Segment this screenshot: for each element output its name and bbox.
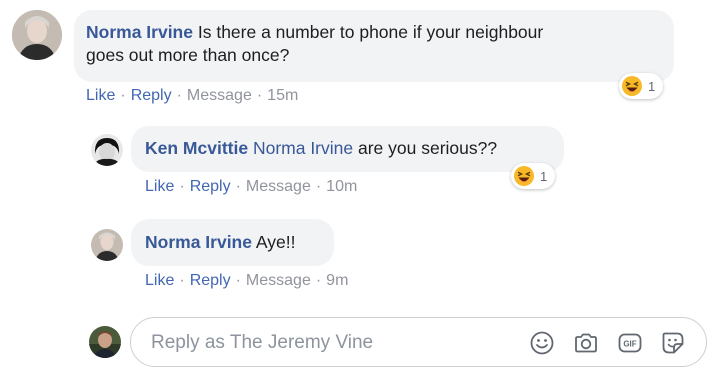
like-link[interactable]: Like	[145, 178, 174, 195]
comment-bubble: Norma Irvine Aye!!	[131, 219, 334, 266]
current-user-avatar	[89, 326, 121, 358]
gif-icon[interactable]: GIF	[617, 330, 643, 356]
reaction-count: 1	[648, 78, 656, 94]
message-link[interactable]: Message	[246, 272, 311, 289]
mention-tag[interactable]: Norma Irvine	[253, 138, 353, 158]
camera-icon[interactable]	[573, 330, 599, 356]
avatar-ken-mcvittie[interactable]	[91, 134, 123, 166]
like-link[interactable]: Like	[86, 87, 115, 104]
comment-actions: Like · Reply · Message · 15m	[86, 87, 299, 104]
smiley-icon[interactable]	[529, 330, 555, 356]
comment-text: Is there a number to phone if your neigh…	[197, 22, 544, 42]
laughing-emoji-icon	[514, 166, 534, 186]
comment-bubble: Norma Irvine Is there a number to phone …	[74, 10, 674, 82]
reply-link[interactable]: Reply	[131, 87, 172, 104]
comment-author[interactable]: Ken Mcvittie	[145, 138, 248, 158]
timestamp[interactable]: 9m	[326, 272, 348, 289]
reaction-badge[interactable]: 1	[511, 163, 556, 189]
timestamp[interactable]: 10m	[326, 178, 357, 195]
reply-link[interactable]: Reply	[190, 272, 231, 289]
comment-actions: Like · Reply · Message · 10m	[145, 178, 358, 195]
comment-author[interactable]: Norma Irvine	[145, 232, 252, 252]
comment-text: are you serious??	[358, 138, 498, 158]
svg-text:GIF: GIF	[623, 340, 636, 349]
comment-bubble: Ken Mcvittie Norma Irvine are you seriou…	[131, 126, 564, 172]
reply-input[interactable]	[149, 329, 513, 357]
avatar-norma-irvine[interactable]	[91, 229, 123, 261]
sticker-icon[interactable]	[660, 330, 686, 356]
message-link[interactable]: Message	[246, 178, 311, 195]
comment-text: goes out more than once?	[86, 45, 290, 65]
comment-author[interactable]: Norma Irvine	[86, 22, 193, 42]
reply-composer: GIF	[130, 317, 707, 367]
comment-actions: Like · Reply · Message · 9m	[145, 272, 349, 289]
laughing-emoji-icon	[622, 76, 642, 96]
reaction-count: 1	[540, 168, 548, 184]
reaction-badge[interactable]: 1	[619, 73, 664, 99]
like-link[interactable]: Like	[145, 272, 174, 289]
reply-link[interactable]: Reply	[190, 178, 231, 195]
timestamp[interactable]: 15m	[267, 87, 298, 104]
message-link[interactable]: Message	[187, 87, 252, 104]
comment-text: Aye!!	[255, 232, 296, 252]
avatar-norma-irvine[interactable]	[12, 10, 62, 60]
